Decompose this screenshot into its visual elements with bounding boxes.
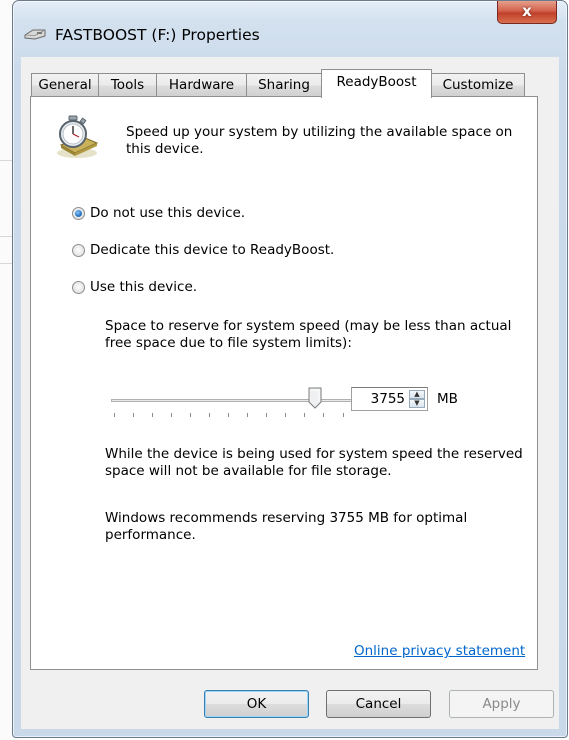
reserve-size-value: 3755: [370, 391, 405, 407]
tab-general[interactable]: General: [31, 73, 99, 97]
radio-do-not-use[interactable]: Do not use this device.: [72, 205, 245, 221]
storage-note: While the device is being used for syste…: [105, 446, 523, 479]
ok-button[interactable]: OK: [204, 690, 309, 718]
radio-button[interactable]: [72, 206, 85, 220]
slider-ticks: [114, 413, 344, 418]
radio-button[interactable]: [72, 280, 85, 294]
intro-text: Speed up your system by utilizing the av…: [126, 124, 513, 157]
radio-label: Use this device.: [90, 279, 198, 295]
privacy-statement-link[interactable]: Online privacy statement: [354, 643, 525, 659]
tab-sharing[interactable]: Sharing: [246, 73, 322, 97]
recommendation-text: Windows recommends reserving 3755 MB for…: [105, 510, 468, 543]
usb-drive-icon: [24, 29, 46, 40]
spin-down-icon[interactable]: ▼: [409, 399, 425, 408]
readyboost-stopwatch-icon: [57, 115, 99, 158]
reserve-size-input[interactable]: 3755 ▲ ▼: [351, 387, 428, 411]
spin-up-icon[interactable]: ▲: [409, 390, 425, 399]
tab-customize[interactable]: Customize: [431, 73, 525, 97]
radio-label: Dedicate this device to ReadyBoost.: [90, 242, 335, 258]
close-button[interactable]: x: [497, 1, 557, 24]
unit-label: MB: [437, 391, 458, 407]
close-icon: x: [522, 2, 532, 20]
space-reserve-label: Space to reserve for system speed (may b…: [105, 318, 512, 351]
reserve-slider-thumb[interactable]: [308, 387, 322, 409]
cancel-button[interactable]: Cancel: [326, 690, 431, 718]
radio-button[interactable]: [72, 243, 85, 257]
readyboost-panel: Speed up your system by utilizing the av…: [30, 96, 538, 670]
apply-button[interactable]: Apply: [449, 690, 554, 718]
window-title: FASTBOOST (F:) Properties: [55, 26, 260, 44]
tab-readyboost[interactable]: ReadyBoost: [321, 69, 432, 98]
radio-use-device[interactable]: Use this device.: [72, 279, 197, 295]
radio-dedicate[interactable]: Dedicate this device to ReadyBoost.: [72, 242, 334, 258]
tab-tools[interactable]: Tools: [98, 73, 157, 97]
tab-hardware[interactable]: Hardware: [156, 73, 247, 97]
spin-buttons: ▲ ▼: [409, 390, 425, 408]
radio-label: Do not use this device.: [90, 205, 246, 221]
